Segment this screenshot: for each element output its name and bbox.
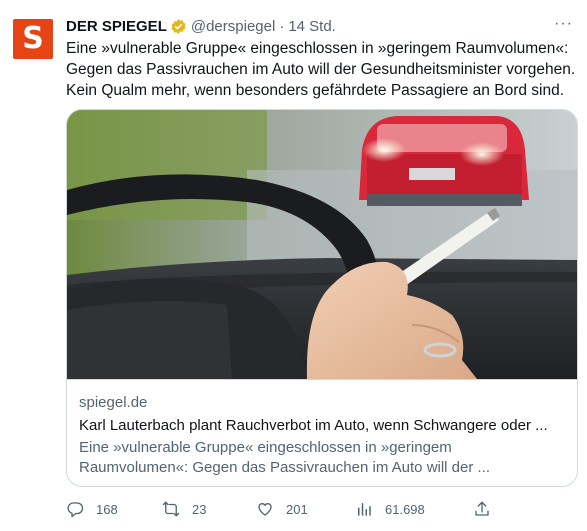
author-handle[interactable]: @derspiegel (191, 18, 275, 35)
retweet-button[interactable]: 23 (162, 500, 206, 518)
like-count: 201 (286, 501, 308, 517)
reply-icon (67, 502, 84, 518)
like-button[interactable]: 201 (256, 500, 308, 518)
share-icon (475, 501, 489, 516)
action-bar: 168 23 201 61.698 (66, 500, 566, 522)
card-description: Eine »vulnerable Gruppe« eingeschlossen … (79, 439, 491, 476)
spiegel-logo: S (22, 21, 44, 56)
tweet[interactable]: S DER SPIEGEL @derspiegel · 14 Std. ··· … (0, 0, 587, 531)
views-count: 61.698 (385, 501, 425, 517)
card-meta[interactable]: spiegel.de Karl Lauterbach plant Rauchve… (67, 379, 577, 486)
card-title: Karl Lauterbach plant Rauchverbot im Aut… (79, 417, 548, 434)
tweet-header: DER SPIEGEL @derspiegel · 14 Std. (66, 16, 573, 36)
reply-button[interactable]: 168 (66, 500, 118, 518)
link-card[interactable]: spiegel.de Karl Lauterbach plant Rauchve… (66, 109, 578, 487)
card-image[interactable] (67, 110, 577, 379)
author-name[interactable]: DER SPIEGEL (66, 18, 167, 35)
avatar[interactable]: S (13, 19, 53, 59)
retweet-icon (162, 501, 180, 517)
verified-badge-icon[interactable] (170, 18, 187, 35)
share-button[interactable] (473, 500, 491, 518)
tweet-text: Eine »vulnerable Gruppe« eingeschlossen … (66, 40, 576, 99)
views-button[interactable]: 61.698 (355, 500, 425, 518)
tweet-timestamp[interactable]: 14 Std. (288, 18, 336, 35)
separator-dot: · (279, 17, 285, 35)
more-icon[interactable]: ··· (554, 16, 573, 32)
reply-count: 168 (96, 501, 118, 517)
retweet-count: 23 (192, 501, 207, 517)
card-domain: spiegel.de (79, 394, 148, 411)
views-icon (358, 503, 371, 516)
like-icon (258, 503, 272, 516)
